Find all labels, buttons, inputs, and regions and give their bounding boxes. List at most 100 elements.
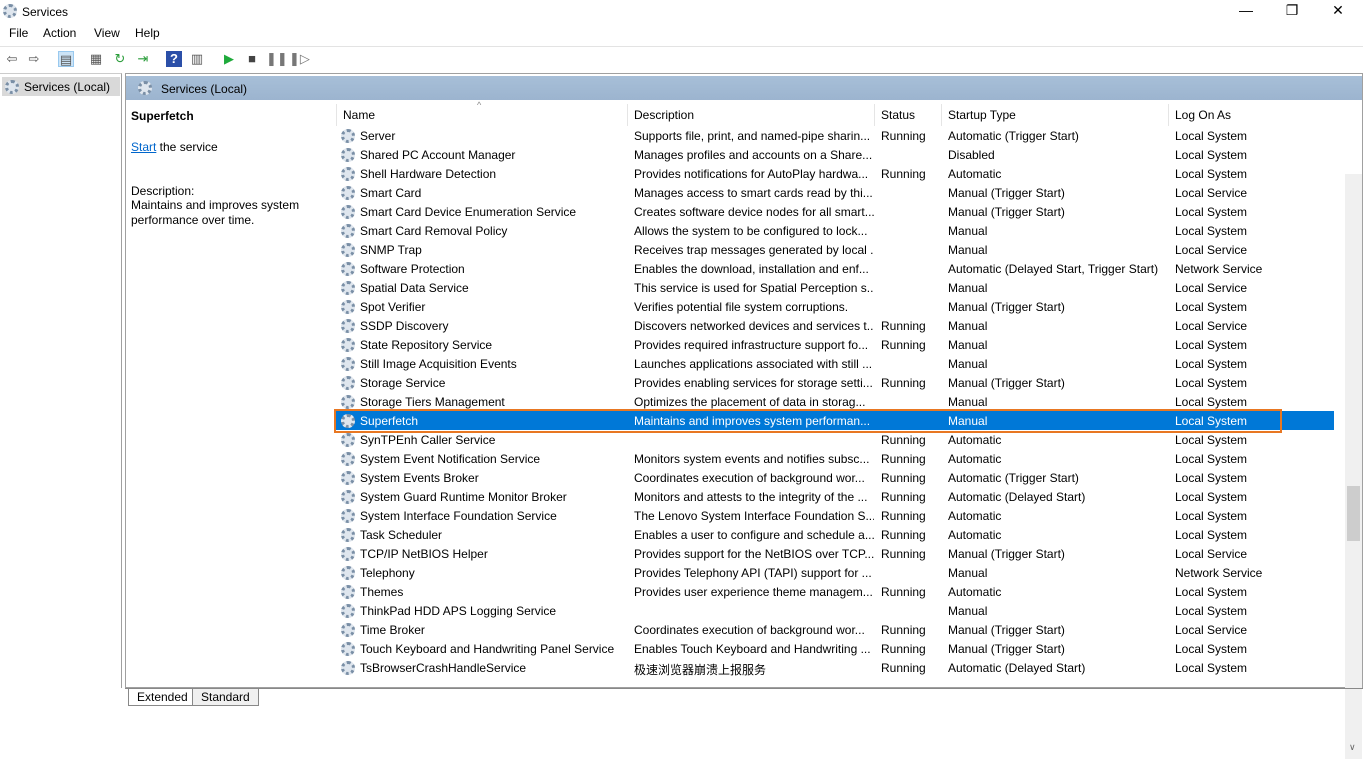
service-icon xyxy=(341,433,355,447)
service-icon xyxy=(341,661,355,675)
service-row[interactable]: System Event Notification Service Monitor… xyxy=(334,449,1334,468)
service-row[interactable]: Smart Card Removal Policy Allows the syst… xyxy=(334,221,1334,240)
service-row[interactable]: SSDP Discovery Discovers networked device… xyxy=(334,316,1334,335)
service-log-on-as: Local Service xyxy=(1175,547,1248,561)
service-startup-type: Automatic xyxy=(948,585,1002,599)
service-log-on-as: Local System xyxy=(1175,129,1248,143)
service-icon xyxy=(341,338,355,352)
service-startup-type: Manual xyxy=(948,604,988,618)
service-row[interactable]: Spot Verifier Verifies potential file sys… xyxy=(334,297,1334,316)
service-description: Supports file, print, and named-pipe sha… xyxy=(634,129,871,143)
toolbar: ⇦ ⇨ ▤ ▦ ↻ ⇥ ? ▥ ▶ ■ ❚❚ ❚▷ xyxy=(0,46,1363,70)
service-name: ThinkPad HDD APS Logging Service xyxy=(360,604,557,618)
service-row[interactable]: Software Protection Enables the download,… xyxy=(334,259,1334,278)
menu-file[interactable]: File xyxy=(9,26,28,40)
service-status: Running xyxy=(881,167,926,181)
column-header-log-on-as[interactable]: Log On As xyxy=(1168,104,1271,126)
service-icon xyxy=(341,300,355,314)
vertical-scrollbar[interactable]: ∨ xyxy=(1345,174,1362,759)
tab-standard[interactable]: Standard xyxy=(192,689,259,706)
service-description: Monitors and attests to the integrity of… xyxy=(634,490,868,504)
service-name: Smart Card Device Enumeration Service xyxy=(360,205,577,219)
service-row[interactable]: System Events Broker Coordinates executio… xyxy=(334,468,1334,487)
stop-icon[interactable]: ■ xyxy=(244,51,260,67)
service-row[interactable]: Shell Hardware Detection Provides notific… xyxy=(334,164,1334,183)
scrollbar-thumb[interactable] xyxy=(1347,486,1360,541)
back-icon[interactable]: ⇦ xyxy=(4,51,20,67)
service-row[interactable]: System Guard Runtime Monitor Broker Monit… xyxy=(334,487,1334,506)
service-startup-type: Manual xyxy=(948,357,988,371)
service-icon xyxy=(341,490,355,504)
service-description: Launches applications associated with st… xyxy=(634,357,873,371)
service-description: Coordinates execution of background wor.… xyxy=(634,623,865,637)
service-status: Running xyxy=(881,661,926,675)
service-row[interactable]: Smart Card Device Enumeration Service Cre… xyxy=(334,202,1334,221)
service-row[interactable]: TsBrowserCrashHandleService 极速浏览器崩溃上报服务 Ru… xyxy=(334,658,1334,677)
service-startup-type: Manual xyxy=(948,224,988,238)
tree-item-services-local[interactable]: Services (Local) xyxy=(2,77,120,96)
service-row[interactable]: Touch Keyboard and Handwriting Panel Ser… xyxy=(334,639,1334,658)
service-row[interactable]: SNMP Trap Receives trap messages generate… xyxy=(334,240,1334,259)
view-icon[interactable]: ▥ xyxy=(189,51,205,67)
help-icon[interactable]: ? xyxy=(166,51,182,67)
refresh-icon[interactable]: ↻ xyxy=(112,51,128,67)
service-startup-type: Automatic (Trigger Start) xyxy=(948,471,1079,485)
console-tree-icon[interactable]: ▤ xyxy=(58,51,74,67)
service-row[interactable]: Task Scheduler Enables a user to configur… xyxy=(334,525,1334,544)
resume-icon[interactable]: ❚▷ xyxy=(289,51,310,67)
service-icon xyxy=(341,167,355,181)
service-log-on-as: Local Service xyxy=(1175,281,1248,295)
service-startup-type: Automatic xyxy=(948,528,1002,542)
service-icon xyxy=(341,186,355,200)
service-name: Task Scheduler xyxy=(360,528,443,542)
column-header-description[interactable]: Description xyxy=(627,104,873,126)
minimize-button[interactable]: — xyxy=(1231,2,1261,18)
menu-view[interactable]: View xyxy=(94,26,120,40)
service-row[interactable]: Themes Provides user experience theme man… xyxy=(334,582,1334,601)
close-button[interactable]: ✕ xyxy=(1323,2,1353,19)
service-row[interactable]: TCP/IP NetBIOS Helper Provides support fo… xyxy=(334,544,1334,563)
service-description: Coordinates execution of background wor.… xyxy=(634,471,865,485)
service-row[interactable]: Still Image Acquisition Events Launches a… xyxy=(334,354,1334,373)
service-icon xyxy=(341,585,355,599)
restore-button[interactable]: ❐ xyxy=(1277,2,1307,19)
service-row[interactable]: Smart Card Manages access to smart cards … xyxy=(334,183,1334,202)
start-service-link[interactable]: Start xyxy=(131,140,156,154)
start-service-text: the service xyxy=(156,140,218,154)
service-description: Monitors system events and notifies subs… xyxy=(634,452,870,466)
services-icon xyxy=(5,80,19,94)
service-row[interactable]: Server Supports file, print, and named-pi… xyxy=(334,126,1334,145)
start-icon[interactable]: ▶ xyxy=(221,51,237,67)
service-status: Running xyxy=(881,490,926,504)
pause-icon[interactable]: ❚❚ xyxy=(266,51,288,67)
service-row[interactable]: System Interface Foundation Service The L… xyxy=(334,506,1334,525)
service-row[interactable]: Shared PC Account Manager Manages profile… xyxy=(334,145,1334,164)
column-header-startup-type[interactable]: Startup Type xyxy=(941,104,1168,126)
service-row[interactable]: Time Broker Coordinates execution of back… xyxy=(334,620,1334,639)
pane-banner: Services (Local) xyxy=(126,76,1362,100)
service-status: Running xyxy=(881,471,926,485)
service-log-on-as: Local Service xyxy=(1175,243,1248,257)
service-row[interactable]: State Repository Service Provides require… xyxy=(334,335,1334,354)
service-detail: Superfetch Start the service Description… xyxy=(131,104,331,228)
scroll-down-icon[interactable]: ∨ xyxy=(1349,742,1356,753)
service-row[interactable]: Storage Service Provides enabling service… xyxy=(334,373,1334,392)
properties-icon[interactable]: ▦ xyxy=(88,51,104,67)
service-description: Verifies potential file system corruptio… xyxy=(634,300,849,314)
service-row[interactable]: ThinkPad HDD APS Logging Service Manual Lo… xyxy=(334,601,1334,620)
service-row[interactable]: Telephony Provides Telephony API (TAPI) s… xyxy=(334,563,1334,582)
service-name: Shared PC Account Manager xyxy=(360,148,516,162)
column-header-status[interactable]: Status xyxy=(874,104,941,126)
service-log-on-as: Local System xyxy=(1175,490,1248,504)
service-name: System Interface Foundation Service xyxy=(360,509,557,523)
menu-action[interactable]: Action xyxy=(43,26,76,40)
service-icon xyxy=(341,452,355,466)
service-row[interactable]: Spatial Data Service This service is used… xyxy=(334,278,1334,297)
menu-help[interactable]: Help xyxy=(135,26,160,40)
forward-icon[interactable]: ⇨ xyxy=(26,51,42,67)
service-description: Provides notifications for AutoPlay hard… xyxy=(634,167,869,181)
tab-extended[interactable]: Extended xyxy=(128,689,197,706)
column-header-name[interactable]: Name ^ xyxy=(336,100,628,126)
service-name: Storage Service xyxy=(360,376,446,390)
export-icon[interactable]: ⇥ xyxy=(135,51,151,67)
